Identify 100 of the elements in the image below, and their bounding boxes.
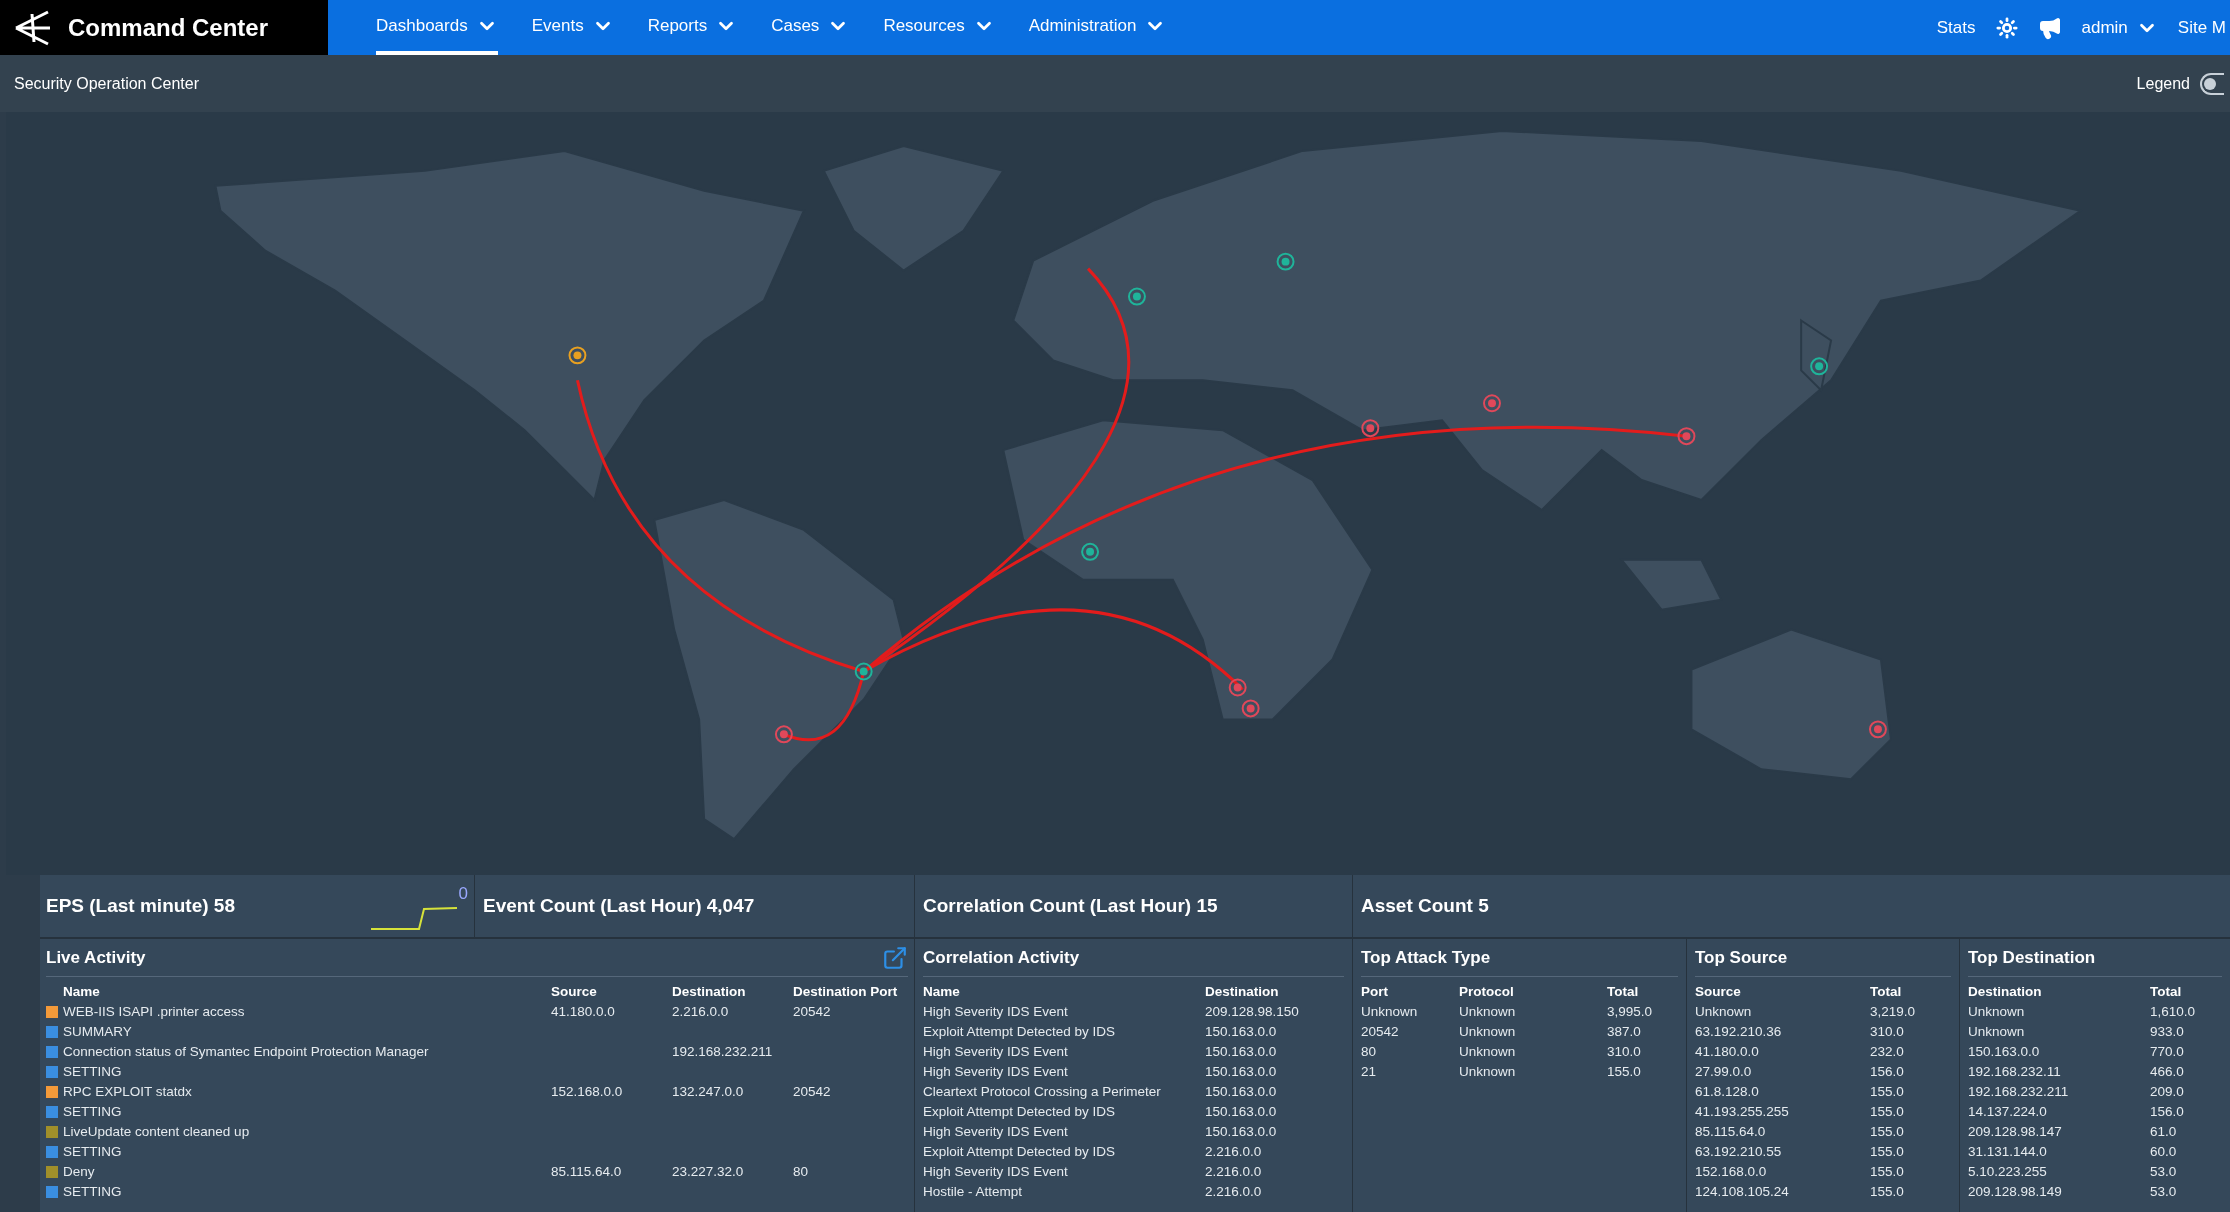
table-cell-text: 14.137.224.0 — [1968, 1103, 2048, 1121]
event-count: Event Count (Last Hour) 4,047 — [483, 893, 755, 918]
column-header: Protocol — [1459, 983, 1515, 1001]
megaphone-icon[interactable] — [2037, 15, 2062, 40]
table-cell-text: 2.216.0.0 — [1205, 1163, 1263, 1181]
table-cell-text: 155.0 — [1870, 1083, 1905, 1101]
table-cell-text: 21 — [1361, 1063, 1378, 1081]
table-cell-text: 1,610.0 — [2150, 1003, 2197, 1021]
table-cell-text: 20542 — [793, 1083, 832, 1101]
table-cell-text: 192.168.232.211 — [1968, 1083, 2070, 1101]
table-cell-text: 933.0 — [2150, 1023, 2185, 1041]
column-header: Destination — [1205, 983, 1280, 1001]
table-cell-text: 41.180.0.0 — [551, 1003, 616, 1021]
column-header: Total — [2150, 983, 2183, 1001]
table-cell-text: 150.163.0.0 — [1205, 1023, 1278, 1041]
table-cell-text: 53.0 — [2150, 1183, 2178, 1201]
table-cell-text: 2.216.0.0 — [1205, 1183, 1263, 1201]
table-cell-text: 27.99.0.0 — [1695, 1063, 1753, 1081]
table-cell-text: High Severity IDS Event — [923, 1043, 1069, 1061]
table-cell-text: 155.0 — [1870, 1143, 1905, 1161]
table-cell-text: SUMMARY — [63, 1023, 133, 1041]
table-cell-text: 466.0 — [2150, 1063, 2185, 1081]
table-cell-text: 209.128.98.150 — [1205, 1003, 1300, 1021]
legend-toggle[interactable] — [2200, 72, 2224, 95]
table-cell-text: SETTING — [63, 1143, 123, 1161]
table-cell-text: 61.8.128.0 — [1695, 1083, 1760, 1101]
legend-label: Legend — [2136, 73, 2190, 94]
column-header: Source — [551, 983, 598, 1001]
table-cell-text: 63.192.210.55 — [1695, 1143, 1783, 1161]
table-cell-text: LiveUpdate content cleaned up — [63, 1123, 251, 1141]
table-cell-text: Unknown — [1968, 1003, 2026, 1021]
table-cell-text: 155.0 — [1870, 1183, 1905, 1201]
table-cell-text: Unknown — [1968, 1023, 2026, 1041]
table-cell-text: Exploit Attempt Detected by IDS — [923, 1023, 1117, 1041]
table-cell-text: Unknown — [1459, 1023, 1517, 1041]
table-cell-text: 310.0 — [1607, 1043, 1642, 1061]
table-cell-text: 209.128.98.147 — [1968, 1123, 2063, 1141]
export-icon[interactable] — [882, 944, 908, 971]
nav-menu[interactable]: Reports — [647, 0, 738, 55]
table-cell-text: Unknown — [1361, 1003, 1419, 1021]
table-cell-text: 63.192.210.36 — [1695, 1023, 1783, 1041]
table-cell-text: Connection status of Symantec Endpoint Protection Manager — [63, 1043, 430, 1061]
nav-menu[interactable]: Cases — [771, 0, 850, 55]
table-cell-text: 5.10.223.255 — [1968, 1163, 2048, 1181]
table-cell-text: Hostile - Attempt — [923, 1183, 1024, 1201]
column-header: Source — [1695, 983, 1742, 1001]
user-menu[interactable]: admin — [2081, 14, 2158, 41]
table-cell-text: Exploit Attempt Detected by IDS — [923, 1143, 1117, 1161]
table-cell-text: 80 — [793, 1163, 810, 1181]
column-header: Total — [1607, 983, 1640, 1001]
table-cell-text: 156.0 — [2150, 1103, 2185, 1121]
column-header: Destination Port — [793, 983, 899, 1001]
column-header: Name — [923, 983, 961, 1001]
table-cell-text: 150.163.0.0 — [1205, 1123, 1278, 1141]
panel-title: Top Source — [1695, 946, 1788, 969]
table-cell-text: 20542 — [1361, 1023, 1400, 1041]
table-cell-text: High Severity IDS Event — [923, 1063, 1069, 1081]
table-cell-text: 232.0 — [1870, 1043, 1905, 1061]
table-cell-text: Unknown — [1459, 1043, 1517, 1061]
table-cell-text: 2.216.0.0 — [672, 1003, 730, 1021]
column-header: Total — [1870, 983, 1903, 1001]
table-cell-text: 85.115.64.0 — [551, 1163, 623, 1181]
stats-link[interactable]: Stats — [1936, 14, 1976, 41]
table-cell-text: 209.0 — [2150, 1083, 2185, 1101]
table-cell-text: Cleartext Protocol Crossing a Perimeter — [923, 1083, 1162, 1101]
table-cell-text: High Severity IDS Event — [923, 1003, 1069, 1021]
table-cell-text: 3,219.0 — [1870, 1003, 1917, 1021]
sparkline-label: 0 — [458, 883, 468, 905]
table-cell-text: 61.0 — [2150, 1123, 2178, 1141]
table-cell-text: 150.163.0.0 — [1205, 1083, 1278, 1101]
table-cell-text: 41.193.255.255 — [1695, 1103, 1790, 1121]
table-cell-text: Deny — [63, 1163, 96, 1181]
table-cell-text: 3,995.0 — [1607, 1003, 1654, 1021]
table-cell-text: Unknown — [1695, 1003, 1753, 1021]
table-cell-text: RPC EXPLOIT statdx — [63, 1083, 193, 1101]
table-cell-text: 41.180.0.0 — [1695, 1043, 1760, 1061]
table-cell-text: Unknown — [1459, 1003, 1517, 1021]
sun-icon[interactable] — [1995, 16, 2018, 39]
panel-title: Live Activity — [46, 946, 146, 969]
table-cell-text: SETTING — [63, 1103, 123, 1121]
app-title: Command Center — [68, 12, 269, 43]
panel-title: Correlation Activity — [923, 946, 1080, 969]
column-header: Destination — [672, 983, 747, 1001]
column-header: Destination — [1968, 983, 2043, 1001]
table-cell-text: 770.0 — [2150, 1043, 2185, 1061]
table-cell-text: 155.0 — [1870, 1103, 1905, 1121]
asset-count: Asset Count 5 — [1361, 893, 1489, 918]
page-title: Security Operation Center — [14, 73, 199, 94]
site-menu[interactable]: Site M — [2177, 14, 2226, 41]
nav-menu[interactable]: Resources — [883, 0, 995, 55]
nav-menu[interactable]: Events — [531, 0, 614, 55]
nav-menu[interactable]: Administration — [1028, 0, 1167, 55]
table-cell-text: Exploit Attempt Detected by IDS — [923, 1103, 1117, 1121]
table-cell-text: 150.163.0.0 — [1968, 1043, 2041, 1061]
table-cell-text: 60.0 — [2150, 1143, 2178, 1161]
table-cell-text: 150.163.0.0 — [1205, 1103, 1278, 1121]
table-cell-text: 209.128.98.149 — [1968, 1183, 2063, 1201]
table-cell-text: 310.0 — [1870, 1023, 1905, 1041]
table-cell-text: 2.216.0.0 — [1205, 1143, 1263, 1161]
table-cell-text: 85.115.64.0 — [1695, 1123, 1767, 1141]
